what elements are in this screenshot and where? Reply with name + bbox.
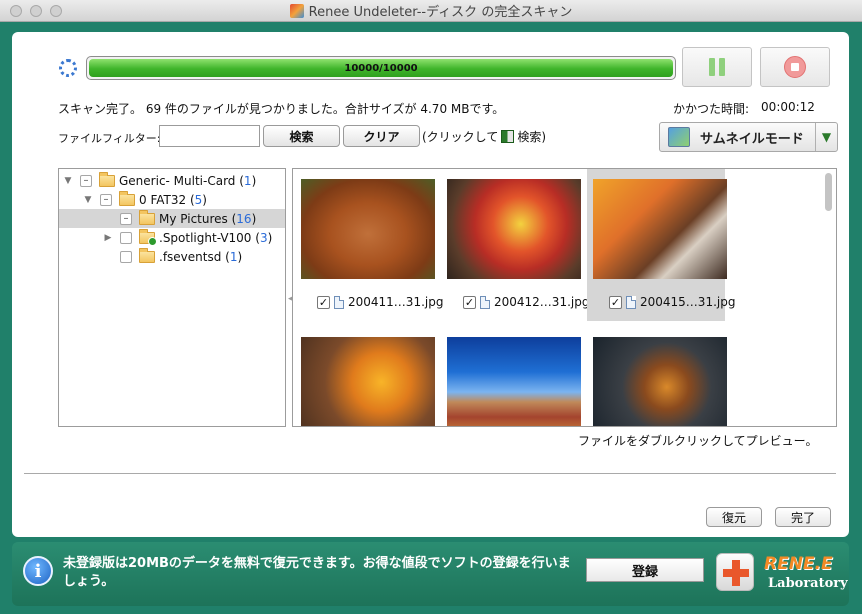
thumbnail-checkbox[interactable]: ✓ (609, 295, 622, 309)
elapsed-label: かかつた時間: (673, 102, 750, 116)
finish-button[interactable]: 完了 (775, 507, 831, 527)
thumbnail-filename: 200415…31.jpg (640, 295, 736, 309)
tree-item-label: .Spotlight-V100 (159, 230, 252, 245)
tree-expander-icon[interactable]: ▼ (63, 176, 73, 186)
title-bar: Renee Undeleter--ディスク の完全スキャン (0, 0, 862, 22)
window-body: 10000/10000 スキャン完了。 69 件のファイルが見つかりました。合計… (0, 22, 862, 614)
logo-subtitle: Laboratory (768, 576, 848, 591)
info-icon: i (23, 556, 53, 586)
view-mode-dropdown[interactable]: サムネイルモード ▼ (659, 122, 838, 152)
window-controls (10, 5, 62, 17)
loading-spinner-icon (59, 59, 77, 77)
thumbnail-mode-icon (668, 127, 690, 147)
bench-autumn-photo[interactable] (301, 179, 435, 279)
scan-progress-text: 10000/10000 (344, 62, 418, 74)
window-title: Renee Undeleter--ディスク の完全スキャン (308, 5, 573, 20)
thumbnail-filename: 200412…31.jpg (494, 295, 590, 309)
tree-item-count: 1 (229, 249, 238, 264)
thumbnail-grid: ✓ 200411…31.jpg ✓ 200412…31.jpg ✓ 200415…31.j… (292, 168, 837, 427)
thumbnail-checkbox[interactable]: ✓ (317, 295, 330, 309)
elapsed-time: かかつた時間: 00:00:12 (673, 100, 815, 117)
thumbnail-checkbox[interactable]: ✓ (463, 295, 476, 309)
minimize-window-button[interactable] (30, 5, 42, 17)
tree-item-checkbox[interactable]: – (100, 193, 112, 206)
search-button[interactable]: 検索 (263, 125, 340, 147)
file-icon (480, 295, 490, 309)
rene-cross-icon (716, 553, 754, 591)
tree-item[interactable]: .fseventsd (1) (59, 247, 285, 266)
tree-item-checkbox[interactable] (120, 250, 132, 263)
scan-progress-fill: 10000/10000 (89, 59, 673, 77)
tree-expander-icon[interactable]: ▶ (103, 233, 113, 243)
divider (24, 473, 836, 474)
file-filter-input[interactable] (159, 125, 260, 147)
thumbnail-label: ✓ 200412…31.jpg (463, 295, 589, 309)
folder-open-icon (99, 171, 115, 187)
tree-item-label: 0 FAT32 (139, 192, 187, 207)
thumbnail-label: ✓ 200411…31.jpg (317, 295, 443, 309)
scan-status-text: スキャン完了。 69 件のファイルが見つかりました。合計サイズが 4.70 MB… (58, 102, 505, 116)
stop-button[interactable] (760, 47, 830, 87)
view-mode-label: サムネイルモード (700, 131, 804, 147)
pause-button[interactable] (682, 47, 752, 87)
red-leaf-photo[interactable] (447, 179, 581, 279)
tree-item-checkbox[interactable]: – (80, 174, 92, 187)
tree-item[interactable]: ▶ .Spotlight-V100 (3) (59, 228, 285, 247)
folder-green-icon (139, 228, 157, 246)
thumbnail-scrollbar[interactable] (825, 173, 832, 211)
filter-toggle-icon (501, 130, 515, 143)
clear-button[interactable]: クリア (343, 125, 420, 147)
tree-item-count: 1 (243, 173, 252, 188)
folder-open-icon (119, 190, 135, 206)
tree-expander-icon[interactable]: ▼ (83, 195, 93, 205)
tree-item[interactable]: ▼ – Generic- Multi-Card (1) (59, 171, 285, 190)
mushroom-leaves-photo[interactable] (593, 179, 727, 279)
tree-item-checkbox[interactable] (120, 231, 132, 244)
app-icon (289, 3, 304, 18)
thumbnail-label: ✓ 200415…31.jpg (609, 295, 735, 309)
thumbnail-item[interactable] (295, 327, 435, 426)
folder-tree: ▼ – Generic- Multi-Card (1) ▼ –0 FAT32 (5) – M… (58, 168, 286, 427)
tree-item-count: 16 (236, 211, 252, 226)
file-filter-label: ファイルフィルター: (58, 132, 161, 145)
dropdown-arrow-icon[interactable]: ▼ (815, 123, 837, 151)
folder-icon (139, 209, 155, 225)
pause-icon (709, 58, 715, 76)
tree-item-label: Generic- Multi-Card (119, 173, 236, 188)
register-button[interactable]: 登録 (586, 558, 704, 582)
file-icon (334, 295, 344, 309)
tree-item-count: 5 (194, 192, 203, 207)
tree-item-label: .fseventsd (159, 249, 222, 264)
tree-item[interactable]: ▼ –0 FAT32 (5) (59, 190, 285, 209)
thumbnail-item[interactable] (587, 327, 727, 426)
file-icon (626, 295, 636, 309)
blue-sky-landscape-photo[interactable] (447, 337, 581, 426)
thumbnail-item[interactable] (441, 327, 581, 426)
scan-progress-bar: 10000/10000 (86, 56, 676, 80)
restore-button[interactable]: 復元 (706, 507, 762, 527)
close-window-button[interactable] (10, 5, 22, 17)
elapsed-value: 00:00:12 (761, 100, 815, 114)
stop-icon (784, 56, 806, 78)
main-panel: 10000/10000 スキャン完了。 69 件のファイルが見つかりました。合計… (12, 32, 849, 537)
registration-message: 未登録版は20MBのデータを無料で復元できます。お得な値段でソフトの登録を行いま… (63, 556, 571, 589)
thumbnail-item[interactable]: ✓ 200412…31.jpg (441, 169, 589, 321)
rock-leaves-photo[interactable] (593, 337, 727, 426)
logo-name: RENE.E (764, 554, 833, 574)
thumbnail-item[interactable]: ✓ 200415…31.jpg (587, 169, 735, 321)
tree-item-count: 3 (259, 230, 268, 245)
thumbnail-item[interactable]: ✓ 200411…31.jpg (295, 169, 443, 321)
preview-hint: ファイルをダブルクリックしてプレビュー。 (578, 434, 818, 448)
zoom-window-button[interactable] (50, 5, 62, 17)
folder-icon (139, 247, 155, 263)
registration-banner: i 未登録版は20MBのデータを無料で復元できます。お得な値段でソフトの登録を行… (12, 542, 849, 606)
filter-hint: (クリックして 検索) (422, 130, 547, 144)
thumbnail-filename: 200411…31.jpg (348, 295, 444, 309)
maple-leaf-photo[interactable] (301, 337, 435, 426)
rene-logo: RENE.E Laboratory (714, 549, 848, 597)
tree-item-checkbox[interactable]: – (120, 212, 132, 225)
tree-item-label: My Pictures (159, 211, 228, 226)
tree-item[interactable]: – My Pictures (16) (59, 209, 285, 228)
